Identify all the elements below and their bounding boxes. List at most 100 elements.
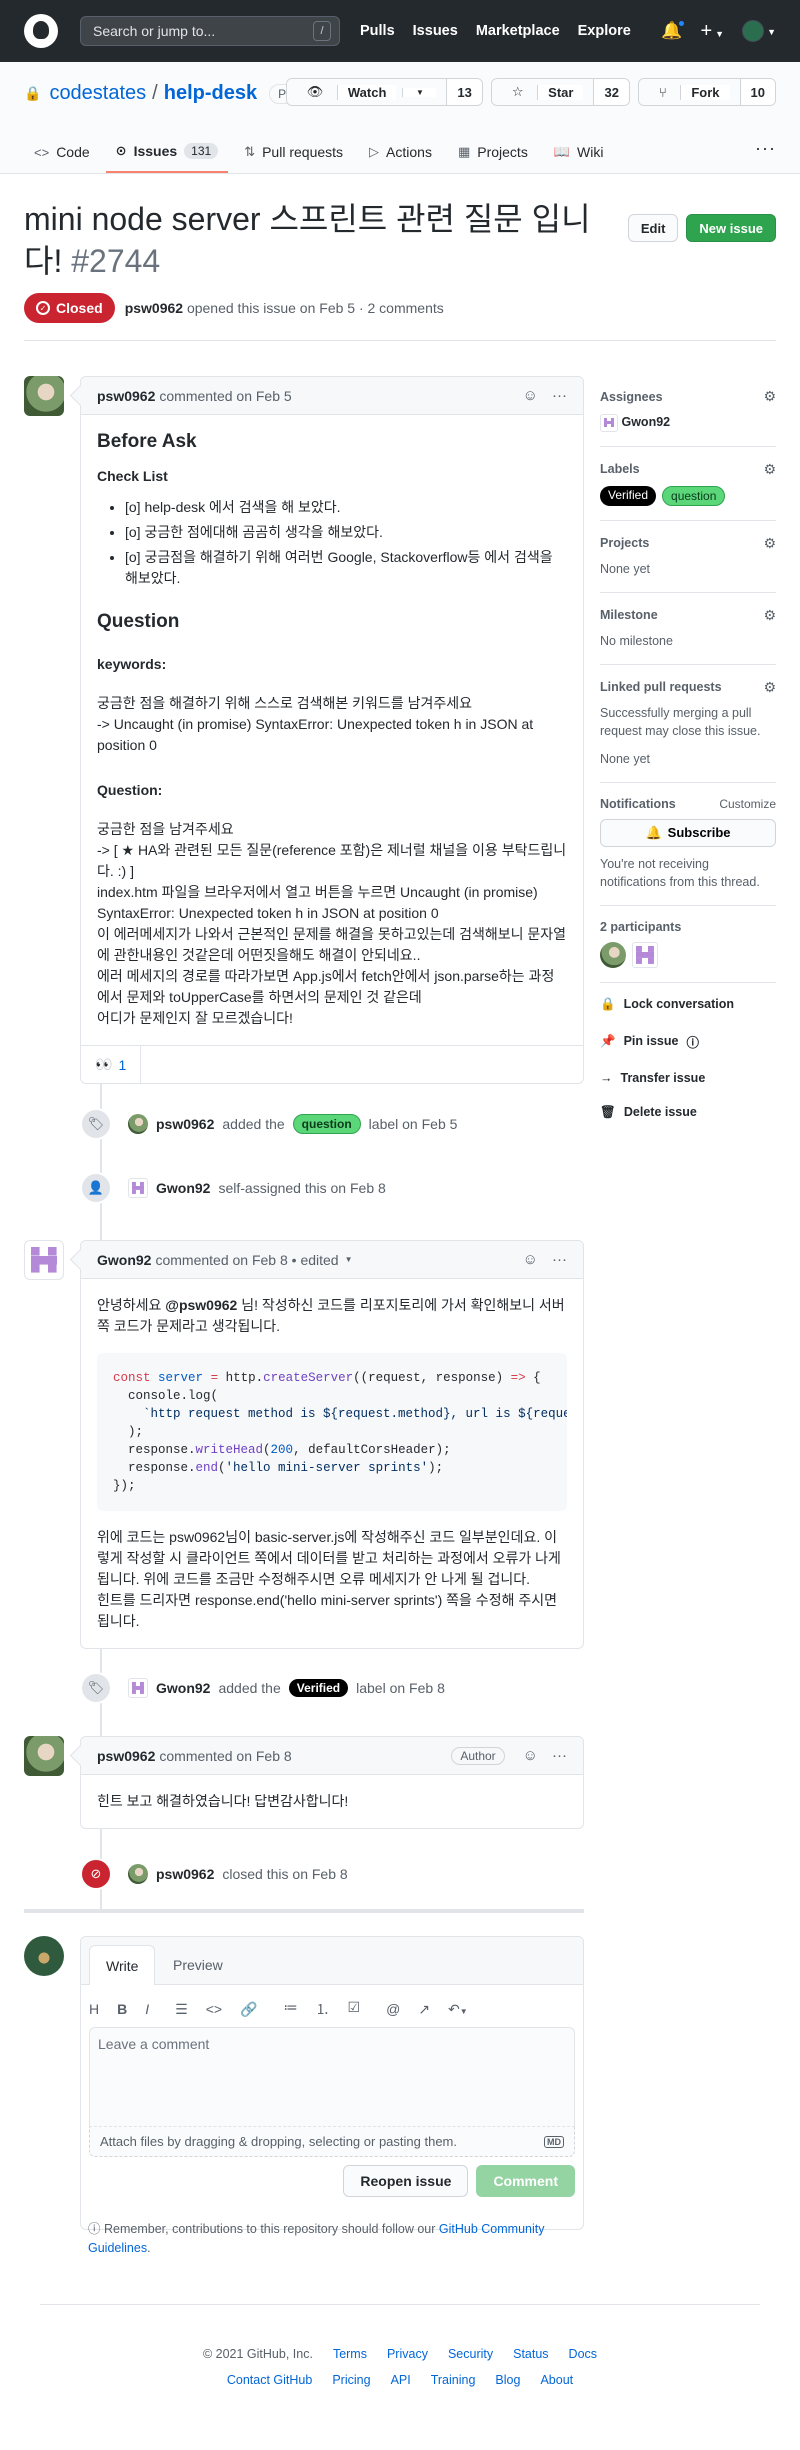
link-icon[interactable]: 🔗 [240,2001,257,2018]
heading-icon[interactable]: H [89,2001,99,2017]
edit-button[interactable]: Edit [627,214,679,242]
comment-author[interactable]: psw0962 [97,388,155,404]
github-logo-icon[interactable] [24,14,58,48]
avatar[interactable] [24,376,64,416]
subscribe-button[interactable]: 🔔 Subscribe [600,818,776,847]
notifications-bell-icon[interactable]: 🔔 [661,19,687,41]
avatar[interactable] [128,1114,148,1134]
tab-preview[interactable]: Preview [157,1945,239,1985]
label-verified[interactable]: Verified [600,485,657,506]
gear-icon[interactable]: ⚙ [763,679,776,696]
event-actor[interactable]: psw0962 [156,1116,214,1132]
footer-link-status[interactable]: Status [513,2347,548,2361]
reply-icon[interactable]: ↶▼ [448,2001,468,2018]
more-options-icon[interactable]: ··· [755,138,776,159]
footer-link-terms[interactable]: Terms [333,2347,367,2361]
event-actor[interactable]: psw0962 [156,1866,214,1882]
watch-count[interactable]: 13 [446,79,482,105]
repo-owner-link[interactable]: codestates [49,82,146,105]
avatar[interactable] [24,1240,64,1280]
mention-icon[interactable]: @ [386,2001,400,2018]
fork-button[interactable]: ⑂ Fork 10 [637,78,776,106]
customize-link[interactable]: Customize [719,797,776,811]
kebab-icon[interactable]: ··· [552,1251,567,1268]
create-new-menu[interactable]: + ▼ [700,20,724,43]
tab-write[interactable]: Write [89,1945,156,1985]
numbered-list-icon[interactable]: ⒈ [316,1999,330,2019]
delete-issue-link[interactable]: 🗑 Delete issue [600,1105,776,1120]
star-button[interactable]: ☆ Star 32 [490,78,630,106]
avatar[interactable] [632,941,658,968]
star-count[interactable]: 32 [593,79,629,105]
transfer-issue-link[interactable]: → Transfer issue [600,1071,776,1085]
footer-link-blog[interactable]: Blog [495,2373,520,2387]
event-actor[interactable]: Gwon92 [156,1180,210,1196]
avatar[interactable] [600,941,626,968]
smiley-icon[interactable]: ☺ [523,387,538,404]
markdown-icon[interactable]: MD [544,2135,564,2148]
reopen-issue-button[interactable]: Reopen issue [343,2165,469,2197]
tab-wiki[interactable]: 📖 Wiki [544,143,614,173]
kebab-icon[interactable]: ··· [552,387,567,404]
info-icon[interactable]: ⓘ [686,1032,699,1051]
avatar[interactable] [600,413,618,432]
issue-author[interactable]: psw0962 [125,300,183,316]
gear-icon[interactable]: ⚙ [763,461,776,478]
attach-files-area[interactable]: Attach files by dragging & dropping, sel… [89,2127,575,2157]
footer-link-security[interactable]: Security [448,2347,493,2361]
bullet-list-icon[interactable]: ≔ [284,1999,298,2019]
nav-issues[interactable]: Issues [413,23,458,39]
tab-projects[interactable]: ▦ Projects [448,143,538,173]
nav-pulls[interactable]: Pulls [360,23,395,39]
tab-code[interactable]: <> Code [24,143,100,173]
avatar[interactable] [128,1864,148,1884]
footer-link-privacy[interactable]: Privacy [387,2347,428,2361]
fork-count[interactable]: 10 [739,79,775,105]
gear-icon[interactable]: ⚙ [763,388,776,405]
search-input[interactable]: Search or jump to... / [80,16,340,46]
footer-link-pricing[interactable]: Pricing [332,2373,370,2387]
footer-link-api[interactable]: API [391,2373,411,2387]
gear-icon[interactable]: ⚙ [763,535,776,552]
label-question[interactable]: question [662,485,726,506]
event-actor[interactable]: Gwon92 [156,1680,210,1696]
bold-icon[interactable]: B [117,2001,127,2017]
label-verified[interactable]: Verified [288,1679,349,1697]
user-menu[interactable]: ▼ [742,20,776,42]
footer-link-about[interactable]: About [540,2373,573,2387]
gear-icon[interactable]: ⚙ [763,607,776,624]
comment-button[interactable]: Comment [476,2165,575,2197]
code-icon[interactable]: <> [206,2001,222,2018]
quote-icon[interactable]: ☰ [175,2001,188,2018]
watch-button[interactable]: 👁 Watch ▼ 13 [285,78,483,106]
new-issue-button[interactable]: New issue [686,214,776,242]
task-list-icon[interactable]: ☑ [348,1999,361,2019]
mention-link[interactable]: @psw0962 [165,1297,237,1313]
repo-name-link[interactable]: help-desk [164,82,257,105]
comment-author[interactable]: psw0962 [97,1748,155,1764]
kebab-icon[interactable]: ··· [552,1747,567,1764]
comment-textarea[interactable]: Leave a comment [89,2027,575,2127]
chevron-down-icon[interactable]: ▼ [345,1255,353,1264]
tab-actions[interactable]: ▷ Actions [359,143,442,173]
avatar[interactable] [128,1178,148,1198]
comment-author[interactable]: Gwon92 [97,1252,151,1268]
pin-issue-link[interactable]: 📌 Pin issue ⓘ [600,1032,776,1051]
nav-marketplace[interactable]: Marketplace [476,23,560,39]
tab-issues[interactable]: ⊙ Issues 131 [105,143,229,173]
label-question[interactable]: question [292,1114,361,1134]
avatar[interactable] [24,1736,64,1776]
reaction-button[interactable]: 👀 1 [95,1046,142,1083]
avatar[interactable] [128,1678,148,1698]
smiley-icon[interactable]: ☺ [523,1251,538,1268]
footer-link-contact[interactable]: Contact GitHub [227,2373,312,2387]
assignee-name[interactable]: Gwon92 [621,415,670,429]
tab-pull-requests[interactable]: ⇅ Pull requests [234,143,353,173]
footer-link-docs[interactable]: Docs [569,2347,597,2361]
cross-reference-icon[interactable]: ↗ [418,2001,430,2018]
smiley-icon[interactable]: ☺ [523,1747,538,1764]
italic-icon[interactable]: I [145,2001,149,2017]
nav-explore[interactable]: Explore [578,23,631,39]
footer-link-training[interactable]: Training [431,2373,476,2387]
lock-conversation-link[interactable]: 🔒 Lock conversation [600,997,776,1012]
